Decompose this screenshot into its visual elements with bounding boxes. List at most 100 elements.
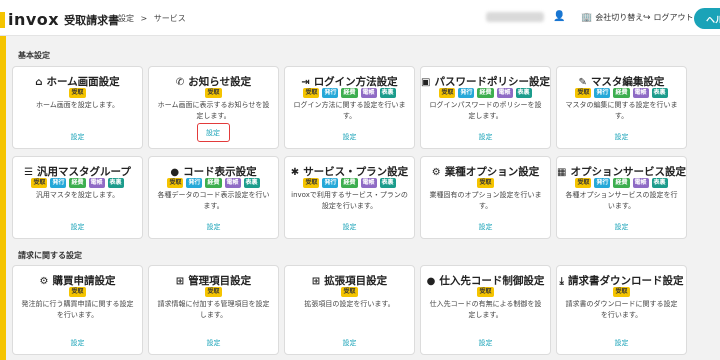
card-title-text: 請求書ダウンロード設定 bbox=[567, 275, 684, 287]
lock-icon: ▣ bbox=[421, 77, 431, 88]
service-tag: 受取 bbox=[477, 178, 494, 188]
card-description: 各種オプションサービスの設定を行います。 bbox=[565, 191, 678, 210]
settings-card: ● 仕入先コード制御設定 受取 仕入先コードの有無による制御を設定します。 設定 bbox=[420, 265, 551, 355]
card-title: ⚙ 購買申請設定 bbox=[13, 273, 142, 288]
service-tag: 表裏 bbox=[379, 178, 396, 188]
service-tags: 受取 bbox=[557, 287, 686, 297]
card-title-text: マスタ編集設定 bbox=[590, 76, 665, 88]
service-tag: 経費 bbox=[613, 178, 630, 188]
logout-button[interactable]: ↪ ログアウト bbox=[643, 12, 694, 23]
service-tag: 発行 bbox=[322, 178, 339, 188]
service-tag: 受取 bbox=[575, 88, 592, 98]
settings-card: ☰ 汎用マスタグループ 受取 発行 経費 電帳 表裏 汎用マスタを設定します。 設定 bbox=[12, 156, 143, 239]
settings-card: ⚙ 購買申請設定 受取 発注前に行う購買申請に関する設定を行います。 設定 bbox=[12, 265, 143, 355]
settings-card: ⊞ 拡張項目設定 受取 拡張項目の設定を行います。 設定 bbox=[284, 265, 415, 355]
breadcrumb-service: サービス bbox=[153, 14, 186, 23]
settings-link[interactable]: 設定 bbox=[149, 338, 278, 348]
settings-card: ⇥ ログイン方法設定 受取 発行 経費 電帳 表裏 ログイン方法に関する設定を行います。 設定 bbox=[284, 66, 415, 149]
service-tag: 電帳 bbox=[632, 178, 649, 188]
service-tags: 受取 発行 経費 電帳 表裏 bbox=[557, 88, 686, 98]
service-tag: 電帳 bbox=[224, 178, 241, 188]
settings-link[interactable]: 設定 bbox=[421, 338, 550, 348]
service-tag: 発行 bbox=[50, 178, 67, 188]
service-tag: 受取 bbox=[575, 178, 592, 188]
service-tag: 電帳 bbox=[88, 178, 105, 188]
switch-company-button[interactable]: 🏢 会社切り替え bbox=[581, 12, 643, 23]
grid-icon: ▦ bbox=[557, 167, 567, 178]
card-description: 業種固有のオプション設定を行います。 bbox=[429, 191, 542, 210]
breadcrumb: 設定 > サービス bbox=[118, 13, 190, 24]
logo-mark-icon bbox=[0, 11, 5, 28]
service-tag: 発行 bbox=[322, 88, 339, 98]
product-name: 受取請求書 bbox=[64, 13, 120, 27]
settings-card: ● コード表示設定 受取 発行 経費 電帳 表裏 各種データのコード表示設定を行います。 設定 bbox=[148, 156, 279, 239]
settings-link[interactable]: 設定 bbox=[285, 132, 414, 142]
service-tag: 受取 bbox=[303, 88, 320, 98]
service-tag: 電帳 bbox=[496, 88, 513, 98]
card-description: 各種データのコード表示設定を行います。 bbox=[157, 191, 270, 210]
service-tags: 受取 bbox=[149, 287, 278, 297]
card-title: ⚙ 業種オプション設定 bbox=[421, 164, 550, 179]
app-logo[interactable]: invox 受取請求書 bbox=[0, 10, 119, 29]
service-tag: 表裏 bbox=[651, 88, 668, 98]
settings-card: ▣ パスワードポリシー設定 受取 発行 経費 電帳 表裏ログインパスワードのポリシーを設定し… bbox=[420, 66, 551, 149]
building-icon: 🏢 bbox=[581, 12, 593, 23]
settings-card: ✎ マスタ編集設定 受取 発行 経費 電帳 表裏 マスタの編集に関する設定を行います。 設定 bbox=[556, 66, 687, 149]
service-tags: 受取 発行 経費 電帳 表裏 bbox=[421, 88, 550, 98]
settings-link[interactable]: 設定 bbox=[196, 123, 230, 142]
dots-icon: ● bbox=[170, 167, 180, 178]
card-description: 拡張項目の設定を行います。 bbox=[304, 300, 395, 308]
service-tag: 表裏 bbox=[651, 178, 668, 188]
settings-link[interactable]: 設定 bbox=[285, 338, 414, 348]
download-icon: ⤓ bbox=[559, 276, 564, 287]
card-title: ⤓ 請求書ダウンロード設定 bbox=[557, 273, 686, 288]
settings-link[interactable]: 設定 bbox=[557, 132, 686, 142]
service-tag: 発行 bbox=[186, 178, 203, 188]
card-description: ログイン方法に関する設定を行います。 bbox=[293, 101, 406, 120]
service-tag: 電帳 bbox=[632, 88, 649, 98]
login-icon: ⇥ bbox=[301, 77, 310, 88]
settings-link[interactable]: 設定 bbox=[421, 222, 550, 232]
settings-card: ⌂ ホーム画面設定 受取 ホーム画面を設定します。 設定 bbox=[12, 66, 143, 149]
settings-link[interactable]: 設定 bbox=[285, 222, 414, 232]
breadcrumb-settings[interactable]: 設定 bbox=[118, 14, 134, 23]
service-tags: 受取 bbox=[13, 287, 142, 297]
service-tags: 受取 bbox=[421, 178, 550, 188]
service-tags: 受取 bbox=[421, 287, 550, 297]
service-tag: 発行 bbox=[458, 88, 475, 98]
brand-name: invox bbox=[8, 10, 60, 29]
service-tag: 受取 bbox=[477, 287, 494, 297]
settings-main: 基本設定 請求に関する設定 ⌂ ホーム画面設定 受取 ホーム画面を設定します。 設定 ✆ お… bbox=[6, 36, 720, 360]
help-button[interactable]: ヘル bbox=[694, 8, 720, 29]
settings-link[interactable]: 設定 bbox=[557, 338, 686, 348]
settings-link[interactable]: 設定 bbox=[557, 222, 686, 232]
card-title: ⊞ 管理項目設定 bbox=[149, 273, 278, 288]
settings-card: ✆ お知らせ設定 受取 ホーム画面に表示するお知らせを設定します。 設定 bbox=[148, 66, 279, 149]
service-tag: 表裏 bbox=[379, 88, 396, 98]
card-title: ✱ サービス・プラン設定 bbox=[285, 164, 414, 179]
card-title-text: パスワードポリシー設定 bbox=[434, 76, 550, 88]
user-info-blurred bbox=[486, 12, 544, 22]
service-tags: 受取 bbox=[149, 88, 278, 98]
card-title: ☰ 汎用マスタグループ bbox=[13, 164, 142, 179]
card-description: ホーム画面を設定します。 bbox=[35, 101, 120, 109]
section-title-basic: 基本設定 bbox=[18, 51, 50, 60]
card-description: ログインパスワードのポリシーを設定します。 bbox=[429, 101, 542, 120]
service-tag: 発行 bbox=[594, 178, 611, 188]
dots-icon: ● bbox=[426, 276, 436, 287]
user-menu-icon[interactable]: 👤 bbox=[553, 11, 565, 22]
settings-link[interactable]: 設定 bbox=[421, 132, 550, 142]
card-title: ✎ マスタ編集設定 bbox=[557, 74, 686, 89]
card-description: 請求書のダウンロードに関する設定を行います。 bbox=[565, 300, 678, 319]
settings-link[interactable]: 設定 bbox=[13, 222, 142, 232]
service-tag: 受取 bbox=[69, 88, 86, 98]
settings-link[interactable]: 設定 bbox=[13, 132, 142, 142]
card-title-text: お知らせ設定 bbox=[188, 76, 252, 88]
settings-link[interactable]: 設定 bbox=[13, 338, 142, 348]
card-title-text: 仕入先コード制御設定 bbox=[439, 275, 545, 287]
service-tags: 受取 bbox=[13, 88, 142, 98]
gears-icon: ⚙ bbox=[431, 167, 441, 178]
settings-link[interactable]: 設定 bbox=[149, 222, 278, 232]
edit-icon: ✎ bbox=[578, 77, 587, 88]
card-title-text: オプションサービス設定 bbox=[570, 166, 686, 178]
